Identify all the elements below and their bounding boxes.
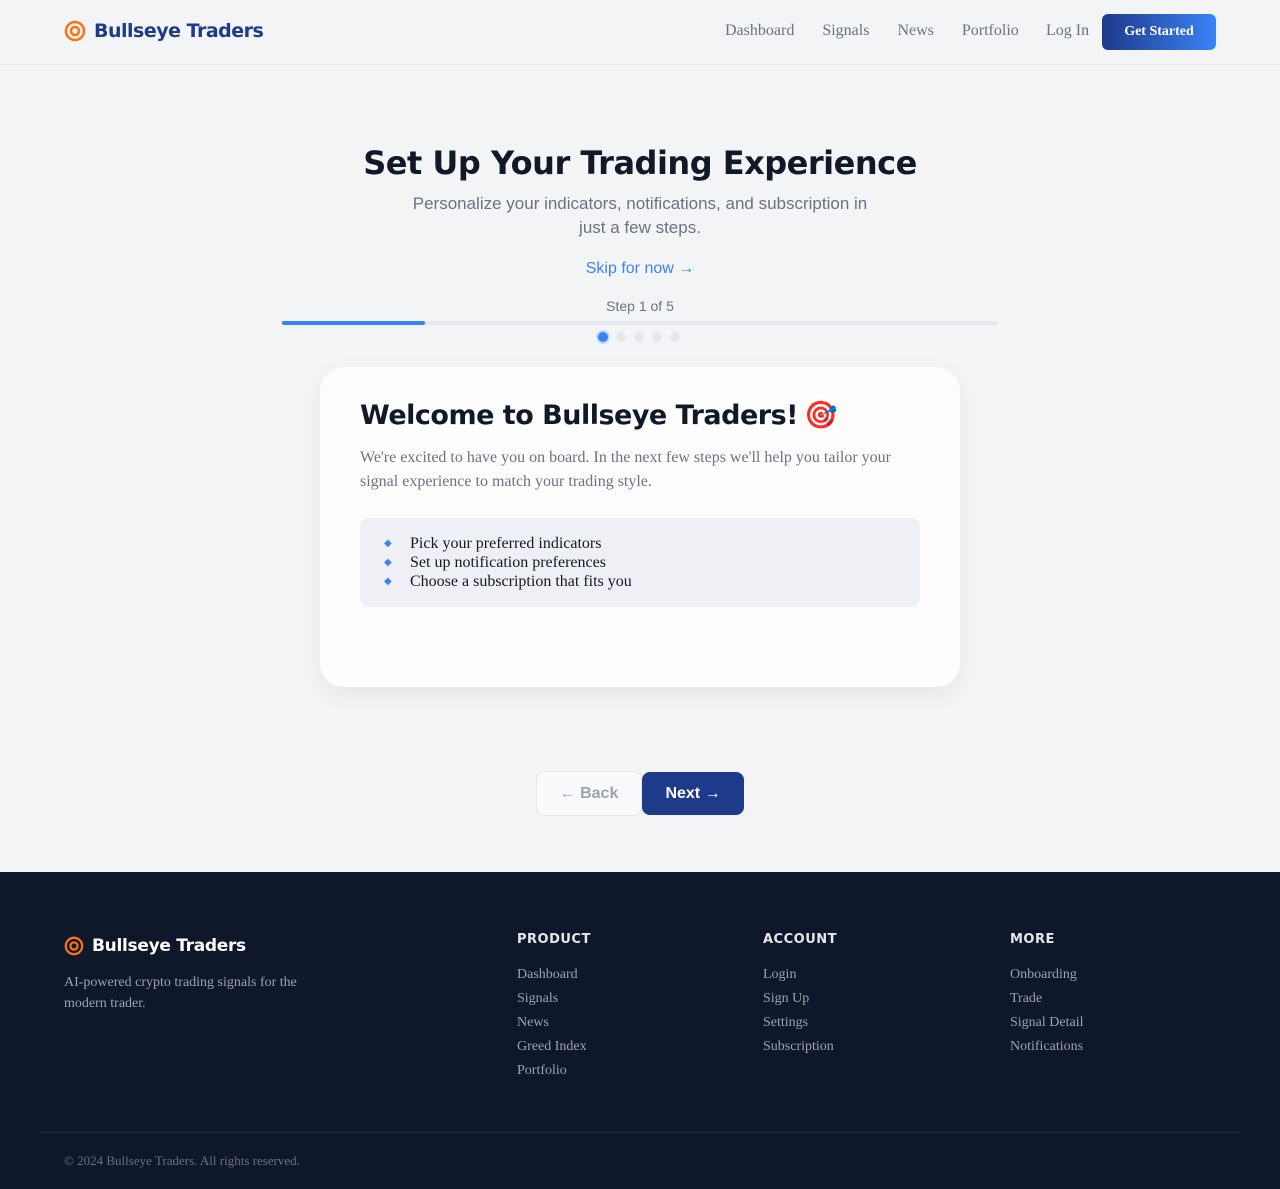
login-link[interactable]: Log In [1046, 22, 1089, 40]
step-dot[interactable] [652, 332, 662, 342]
diamond-icon: ◆ [384, 576, 392, 587]
nav-portfolio[interactable]: Portfolio [962, 22, 1019, 40]
footer-link-news[interactable]: News [517, 1011, 591, 1035]
nav-signals[interactable]: Signals [822, 22, 869, 40]
brand-logo[interactable]: Bullseye Traders [64, 20, 264, 42]
list-item: ◆ Pick your preferred indicators [384, 534, 896, 553]
footer-link-dashboard[interactable]: Dashboard [517, 963, 591, 987]
footer-column-product: PRODUCT Dashboard Signals News Greed Ind… [517, 932, 591, 1083]
card-description: We're excited to have you on board. In t… [360, 449, 891, 490]
card-title: Welcome to Bullseye Traders! 🎯 [360, 399, 838, 432]
list-item: ◆ Choose a subscription that fits you [384, 572, 896, 591]
nav-news[interactable]: News [897, 22, 933, 40]
copyright: © 2024 Bullseye Traders. All rights rese… [64, 1153, 300, 1168]
footer-divider [40, 1132, 1240, 1133]
footer-column-account: ACCOUNT Login Sign Up Settings Subscript… [763, 932, 837, 1059]
list-item-label: Choose a subscription that fits you [410, 573, 632, 590]
footer-link-trade[interactable]: Trade [1010, 987, 1084, 1011]
get-started-button[interactable]: Get Started [1102, 14, 1216, 50]
footer-link-signals[interactable]: Signals [517, 987, 591, 1011]
diamond-icon: ◆ [384, 538, 392, 549]
footer-column-more: MORE Onboarding Trade Signal Detail Noti… [1010, 932, 1084, 1059]
steps-list: ◆ Pick your preferred indicators ◆ Set u… [360, 518, 920, 607]
target-icon [64, 20, 86, 42]
step-dots [598, 332, 680, 342]
footer: Bullseye Traders AI-powered crypto tradi… [0, 872, 1280, 1189]
list-item: ◆ Set up notification preferences [384, 553, 896, 572]
target-icon [64, 936, 84, 956]
page-subtitle: Personalize your indicators, notificatio… [412, 194, 868, 237]
next-button[interactable]: Next → [642, 772, 744, 815]
footer-link-signal-detail[interactable]: Signal Detail [1010, 1011, 1084, 1035]
footer-link-greed-index[interactable]: Greed Index [517, 1035, 591, 1059]
footer-link-onboarding[interactable]: Onboarding [1010, 963, 1084, 987]
footer-link-settings[interactable]: Settings [763, 1011, 837, 1035]
progress-bar [282, 321, 998, 325]
footer-brand-name: Bullseye Traders [92, 936, 246, 956]
step-dot[interactable] [634, 332, 644, 342]
footer-brand[interactable]: Bullseye Traders [64, 936, 246, 956]
step-dot[interactable] [598, 332, 608, 342]
page-title: Set Up Your Trading Experience [363, 144, 917, 182]
footer-link-notifications[interactable]: Notifications [1010, 1035, 1084, 1059]
target-emoji-icon: 🎯 [803, 400, 838, 431]
nav-dashboard[interactable]: Dashboard [725, 22, 794, 40]
top-navbar: Bullseye Traders Dashboard Signals News … [0, 0, 1280, 65]
skip-link[interactable]: Skip for now → [0, 260, 1280, 278]
step-dot[interactable] [670, 332, 680, 342]
footer-tagline: AI-powered crypto trading signals for th… [64, 975, 297, 1011]
footer-link-portfolio[interactable]: Portfolio [517, 1059, 591, 1083]
diamond-icon: ◆ [384, 557, 392, 568]
step-indicator: Step 1 of 5 [606, 298, 674, 314]
main-nav: Dashboard Signals News Portfolio [725, 22, 1019, 40]
footer-link-subscription[interactable]: Subscription [763, 1035, 837, 1059]
brand-name: Bullseye Traders [94, 20, 264, 42]
back-button[interactable]: ← Back [536, 771, 642, 816]
card-title-text: Welcome to Bullseye Traders! [360, 399, 798, 431]
footer-column-title: MORE [1010, 932, 1055, 947]
list-item-label: Pick your preferred indicators [410, 535, 602, 552]
list-item-label: Set up notification preferences [410, 554, 606, 571]
welcome-card: Welcome to Bullseye Traders! 🎯 We're exc… [320, 367, 960, 687]
progress-fill [282, 321, 426, 325]
footer-column-title: ACCOUNT [763, 932, 837, 947]
footer-link-sign-up[interactable]: Sign Up [763, 987, 837, 1011]
footer-link-login[interactable]: Login [763, 963, 837, 987]
step-dot[interactable] [616, 332, 626, 342]
footer-column-title: PRODUCT [517, 932, 591, 947]
